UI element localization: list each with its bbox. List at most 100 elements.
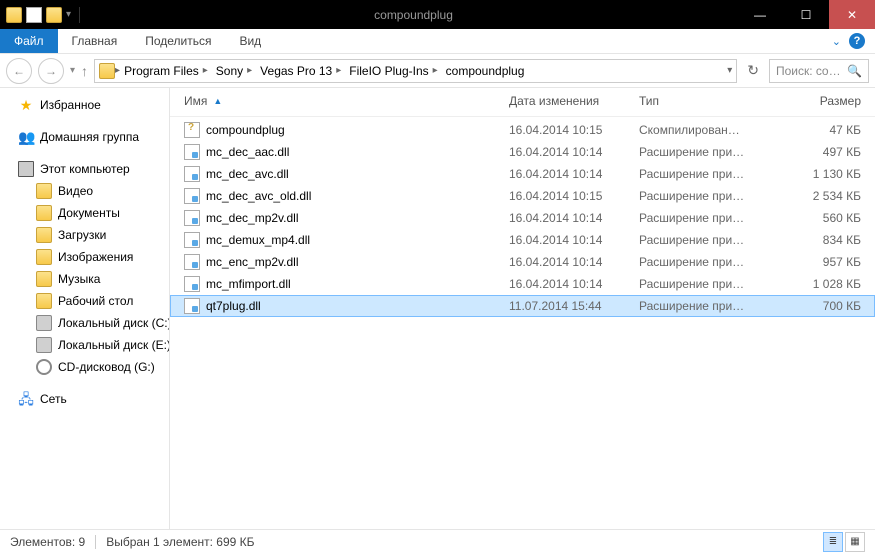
file-row[interactable]: mc_dec_aac.dll 16.04.2014 10:14Расширение… xyxy=(170,141,875,163)
dll-file-icon xyxy=(184,298,200,314)
status-selection: Выбран 1 элемент: 699 КБ xyxy=(106,535,254,549)
dll-file-icon xyxy=(184,254,200,270)
file-row[interactable]: mc_dec_avc.dll16.04.2014 10:14Расширение… xyxy=(170,163,875,185)
breadcrumb[interactable]: FileIO Plug-Ins ▸ xyxy=(345,64,441,78)
tree-item-label: Музыка xyxy=(58,272,100,286)
view-icons-button[interactable]: ▦ xyxy=(845,532,865,552)
tree-item-label: Изображения xyxy=(58,250,133,264)
column-type[interactable]: Тип xyxy=(635,92,775,110)
address-bar[interactable]: ▸ Program Files ▸ Sony ▸ Vegas Pro 13 ▸ … xyxy=(94,59,737,83)
address-dropdown-icon[interactable]: ▾ xyxy=(727,65,732,76)
tree-item[interactable]: Рабочий стол xyxy=(0,290,169,312)
tab-file[interactable]: Файл xyxy=(0,29,58,53)
file-row[interactable]: compoundplug16.04.2014 10:15Скомпилирова… xyxy=(170,119,875,141)
search-input[interactable]: Поиск: co… 🔍 xyxy=(769,59,869,83)
tree-network[interactable]: 🖧Сеть xyxy=(0,388,169,410)
folder-icon xyxy=(36,227,52,243)
forward-button[interactable]: → xyxy=(38,58,64,84)
file-type: Расширение при… xyxy=(635,166,775,182)
file-date: 16.04.2014 10:14 xyxy=(505,210,635,226)
tree-item[interactable]: Загрузки xyxy=(0,224,169,246)
refresh-button[interactable]: ↻ xyxy=(743,62,763,79)
file-type: Расширение при… xyxy=(635,298,775,314)
file-size: 1 028 КБ xyxy=(775,276,865,292)
file-name: mc_dec_aac.dll xyxy=(206,145,289,159)
close-button[interactable]: ✕ xyxy=(829,0,875,29)
tree-item[interactable]: Видео xyxy=(0,180,169,202)
drive-icon xyxy=(36,315,52,331)
tree-item[interactable]: Локальный диск (E:) xyxy=(0,334,169,356)
tree-item[interactable]: Музыка xyxy=(0,268,169,290)
file-name: qt7plug.dll xyxy=(206,299,261,313)
file-row[interactable]: mc_demux_mp4.dll16.04.2014 10:14Расширен… xyxy=(170,229,875,251)
column-name[interactable]: Имя▲ xyxy=(180,92,505,110)
file-size: 560 КБ xyxy=(775,210,865,226)
file-row[interactable]: mc_enc_mp2v.dll16.04.2014 10:14Расширени… xyxy=(170,251,875,273)
tab-home[interactable]: Главная xyxy=(58,29,132,53)
chm-file-icon xyxy=(184,122,200,138)
file-type: Расширение при… xyxy=(635,144,775,160)
history-dropdown-icon[interactable]: ▾ xyxy=(70,65,75,76)
back-button[interactable]: ← xyxy=(6,58,32,84)
tree-item[interactable]: Изображения xyxy=(0,246,169,268)
tab-share[interactable]: Поделиться xyxy=(131,29,225,53)
title-bar: ▾ compoundplug — ☐ ✕ xyxy=(0,0,875,29)
pc-icon xyxy=(18,161,34,177)
breadcrumb[interactable]: compoundplug xyxy=(442,64,529,78)
sort-asc-icon: ▲ xyxy=(213,96,222,106)
qat-newfolder-icon[interactable] xyxy=(46,7,62,23)
file-row[interactable]: qt7plug.dll11.07.2014 15:44Расширение пр… xyxy=(170,295,875,317)
folder-icon xyxy=(36,293,52,309)
file-date: 16.04.2014 10:14 xyxy=(505,144,635,160)
search-placeholder: Поиск: co… xyxy=(776,64,841,78)
minimize-button[interactable]: — xyxy=(737,0,783,29)
qat-dropdown-icon[interactable]: ▾ xyxy=(66,9,71,20)
file-type: Расширение при… xyxy=(635,210,775,226)
file-size: 2 534 КБ xyxy=(775,188,865,204)
file-row[interactable]: mc_dec_avc_old.dll16.04.2014 10:15Расшир… xyxy=(170,185,875,207)
file-row[interactable]: mc_mfimport.dll16.04.2014 10:14Расширени… xyxy=(170,273,875,295)
navigation-tree: ★Избранное 👥Домашняя группа Этот компьют… xyxy=(0,88,170,529)
qat-properties-icon[interactable] xyxy=(26,7,42,23)
window-title: compoundplug xyxy=(90,8,737,22)
file-name: mc_dec_mp2v.dll xyxy=(206,211,298,225)
tab-view[interactable]: Вид xyxy=(225,29,275,53)
drive-icon xyxy=(36,337,52,353)
help-icon[interactable]: ? xyxy=(849,33,865,49)
tree-item-label: Локальный диск (E:) xyxy=(58,338,170,352)
view-details-button[interactable]: ≣ xyxy=(823,532,843,552)
file-name: mc_demux_mp4.dll xyxy=(206,233,310,247)
tree-item[interactable]: CD-дисковод (G:) xyxy=(0,356,169,378)
file-date: 16.04.2014 10:15 xyxy=(505,188,635,204)
file-type: Расширение при… xyxy=(635,188,775,204)
file-type: Расширение при… xyxy=(635,254,775,270)
up-button[interactable]: ↑ xyxy=(81,63,88,79)
tree-computer[interactable]: Этот компьютер xyxy=(0,158,169,180)
file-date: 16.04.2014 10:14 xyxy=(505,276,635,292)
tree-item-label: Документы xyxy=(58,206,120,220)
breadcrumb[interactable]: Program Files ▸ xyxy=(120,64,212,78)
file-name: mc_dec_avc.dll xyxy=(206,167,289,181)
file-name: mc_enc_mp2v.dll xyxy=(206,255,298,269)
maximize-button[interactable]: ☐ xyxy=(783,0,829,29)
tree-item[interactable]: Документы xyxy=(0,202,169,224)
dll-file-icon xyxy=(184,166,200,182)
file-row[interactable]: mc_dec_mp2v.dll 16.04.2014 10:14Расширени… xyxy=(170,207,875,229)
qat-folder-icon[interactable] xyxy=(6,7,22,23)
file-name: mc_mfimport.dll xyxy=(206,277,291,291)
file-type: Расширение при… xyxy=(635,232,775,248)
breadcrumb[interactable]: Sony ▸ xyxy=(212,64,256,78)
tree-homegroup[interactable]: 👥Домашняя группа xyxy=(0,126,169,148)
file-size: 834 КБ xyxy=(775,232,865,248)
folder-icon xyxy=(36,271,52,287)
disc-icon xyxy=(36,359,52,375)
tree-favorites[interactable]: ★Избранное xyxy=(0,94,169,116)
chevron-down-icon[interactable]: ⌄ xyxy=(832,35,841,48)
column-size[interactable]: Размер xyxy=(775,92,865,110)
column-date[interactable]: Дата изменения xyxy=(505,92,635,110)
breadcrumb[interactable]: Vegas Pro 13 ▸ xyxy=(256,64,345,78)
tree-item[interactable]: Локальный диск (C:) xyxy=(0,312,169,334)
folder-icon xyxy=(36,205,52,221)
homegroup-icon: 👥 xyxy=(18,129,34,145)
dll-file-icon xyxy=(184,276,200,292)
